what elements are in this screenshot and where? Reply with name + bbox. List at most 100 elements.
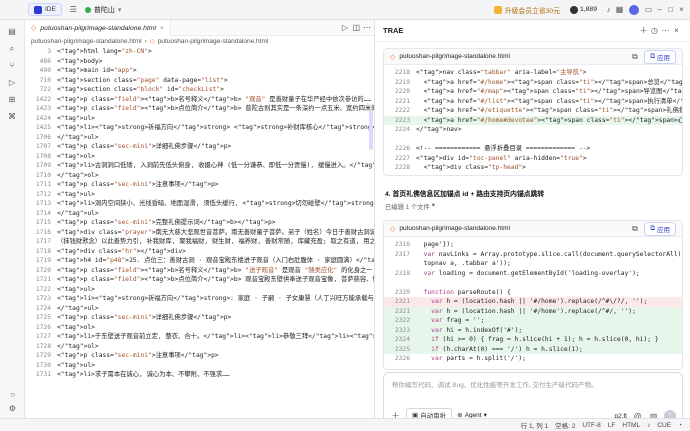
line-text: <"tag">ul>: [57, 361, 95, 369]
line-number: 2322: [394, 317, 410, 324]
line-number: 1721: [35, 276, 51, 283]
diff-line: 2222 <"tag">a href="#/etiquette"><"tag">…: [384, 106, 682, 116]
bell-icon[interactable]: ♪: [647, 422, 650, 429]
line-text: <"tag">div class="hr"></"tag">div>: [57, 247, 186, 255]
chat-input-placeholder[interactable]: 帮你编写代码、调试 Bug、优化性能等开发工作, 交付生产级代码产物。: [384, 373, 682, 395]
history-icon[interactable]: ◷: [649, 25, 660, 36]
language-mode[interactable]: HTML: [622, 422, 640, 429]
line-ending[interactable]: LF: [608, 422, 616, 429]
avatar[interactable]: [629, 4, 639, 15]
line-number: 1725: [35, 314, 51, 321]
line-text: <"tag">a href="#/home#devotee"><"tag">sp…: [416, 116, 682, 124]
gift-icon: [493, 5, 502, 14]
edited-files-label: 已编辑 1 个文件: [385, 204, 430, 211]
apply-button[interactable]: ⧉ 应用: [644, 49, 676, 64]
upgrade-badge[interactable]: 升级会员立省30元: [493, 5, 560, 15]
encoding[interactable]: UTF-8: [582, 422, 600, 429]
ide-tab[interactable]: IDE: [28, 3, 62, 16]
line-number: 1718: [35, 247, 51, 255]
line-text: <"tag">p class="sec-mini">详细礼佛步骤</"tag">…: [57, 314, 232, 321]
diff-line: 2223 <"tag">a href="#/home#devotee"><"ta…: [384, 115, 682, 125]
notification-icon[interactable]: ◔: [678, 422, 682, 429]
editor-tab[interactable]: ◇ putuoshan-pilgrimage-standalone.html ×: [25, 20, 171, 36]
code-lines[interactable]: 3 <"tag">html lang="zh-CN"> 486 <"tag">body…: [25, 47, 374, 418]
line-text: <"tag">p class="sec-mini">注意事项</"tag">p>: [57, 181, 219, 188]
panel-more-icon[interactable]: ⋯: [660, 25, 671, 36]
minimize-icon[interactable]: –: [654, 4, 665, 15]
line-number: 2226: [394, 145, 410, 152]
line-text: <"tag">ul>: [57, 190, 95, 198]
split-editor-icon[interactable]: ◫: [352, 23, 360, 32]
diff-line: 2227 <"tag">div id="toc-panel" aria-hidde…: [384, 154, 682, 164]
project-name[interactable]: 普陀山 ▾: [84, 5, 121, 15]
line-number: 1712: [35, 190, 51, 198]
cursor-position[interactable]: 行 1, 列 1: [521, 420, 548, 430]
debug-icon[interactable]: ▷: [7, 77, 18, 88]
search-icon[interactable]: ⌕: [7, 43, 18, 54]
diff-line: 2218 <"tag">nav class="tabbar" aria-label…: [384, 68, 682, 78]
code-card-filename[interactable]: putuoshan-pilgrimage-standalone.html: [399, 225, 510, 232]
grid-icon[interactable]: ▦: [614, 4, 625, 15]
panel-close-icon[interactable]: ×: [671, 25, 682, 36]
line-number: 2220: [394, 88, 410, 95]
code-card-1: ◇ putuoshan-pilgrimage-standalone.html ⧉…: [383, 48, 683, 176]
diff-line: 2325 if (h.charAt(0) === '/') h = h.slic…: [384, 344, 682, 354]
extensions-icon[interactable]: ⊞: [7, 94, 18, 105]
line-number: 1726: [35, 323, 51, 331]
code-line: 3 <"tag">html lang="zh-CN">: [25, 47, 374, 57]
tab-close-icon[interactable]: ×: [160, 25, 164, 32]
maximize-icon[interactable]: □: [665, 4, 676, 15]
panel-title: TRAE: [383, 26, 404, 35]
line-text: var h = (location.hash || '#/home').repl…: [431, 307, 636, 315]
files-icon[interactable]: ▤: [7, 26, 18, 37]
github-star-button[interactable]: 1,889: [569, 5, 597, 14]
settings-gear-icon[interactable]: ⚙: [7, 403, 18, 414]
editor-mode-icon[interactable]: ☰: [68, 4, 79, 15]
new-chat-icon[interactable]: ＋: [638, 25, 649, 36]
close-icon[interactable]: ×: [676, 4, 687, 15]
diff-line: [384, 278, 682, 288]
code-line: 1714 </"tag">ul>: [25, 209, 374, 219]
code-line: 1718 <"tag">div class="hr"></"tag">div>: [25, 247, 374, 257]
line-number: 1724: [35, 304, 51, 312]
line-text: </"tag">ul>: [57, 304, 99, 312]
edited-files-toggle[interactable]: 已编辑 1 个文件 ▾: [385, 202, 435, 211]
layout-icon[interactable]: ▭: [643, 4, 654, 15]
line-number: 1719: [35, 257, 51, 264]
code-line: 1707 <"tag">p class="sec-mini">详细礼佛步骤</"t…: [25, 142, 374, 152]
activity-bar: ▤ ⌕ ⑂ ▷ ⊞ ⌘ ○ ⚙: [0, 20, 25, 418]
code-line: 1719 <"tag">h4 id="p48">25. 点位三：善财古洞 · 观音…: [25, 256, 374, 266]
line-number: 722: [39, 86, 51, 93]
code-block: 2316 page'}); 2317 var navLinks = Array.p…: [384, 237, 682, 364]
code-card-filename[interactable]: putuoshan-pilgrimage-standalone.html: [399, 53, 510, 60]
stars-count: 1,889: [579, 6, 597, 13]
line-text: <"tag">h4 id="p48">25. 点位三：善财古洞 · 观音宝殿东楼…: [57, 257, 374, 264]
line-text: var hi = h.indexOf('#');: [431, 326, 523, 334]
diff-line: topnav a, .tabbar a'));: [384, 259, 682, 269]
account-icon[interactable]: ○: [7, 389, 18, 400]
title-bar: IDE ☰ 普陀山 ▾ 升级会员立省30元 1,889 ♪ ▦ ▭ – □ ×: [0, 0, 690, 20]
line-text: var h = (location.hash || '#/home').repl…: [431, 298, 648, 305]
more-actions-icon[interactable]: ⋯: [363, 23, 371, 32]
line-number: 1729: [35, 352, 51, 359]
line-text: <"tag">p class="field"><"tag">b>名号释义</"t…: [57, 266, 374, 274]
breadcrumb-file[interactable]: putuoshan-pilgrimage-standalone.html: [158, 36, 269, 47]
cue-label[interactable]: CUE: [657, 422, 671, 429]
breadcrumb-project[interactable]: putuoshan-pilgrimage-standalone.html: [31, 36, 142, 47]
indent-setting[interactable]: 空格: 2: [555, 420, 575, 430]
code-line: 486 <"tag">body>: [25, 57, 374, 67]
code-line: 1727 <"tag">li>于东壁送子观音前立定, 整衣、合十。</"tag">…: [25, 332, 374, 342]
diff-line: 2316 page'});: [384, 240, 682, 250]
copy-icon[interactable]: ⧉: [629, 223, 640, 234]
bell-icon[interactable]: ♪: [603, 4, 614, 15]
source-control-icon[interactable]: ⑂: [7, 60, 18, 71]
copy-icon[interactable]: ⧉: [629, 51, 640, 62]
diff-line: 2228 <"tag">div class="tp-head">: [384, 163, 682, 173]
line-number: 1424: [35, 114, 51, 122]
terminal-icon[interactable]: ⌘: [7, 111, 18, 122]
code-editor: ◇ putuoshan-pilgrimage-standalone.html ×…: [25, 20, 374, 418]
run-icon[interactable]: ▷: [342, 23, 348, 32]
scroll-marker[interactable]: [369, 110, 373, 150]
line-text: <"tag">div class="tp-head">: [416, 164, 526, 171]
apply-button[interactable]: ⧉ 应用: [644, 221, 676, 236]
